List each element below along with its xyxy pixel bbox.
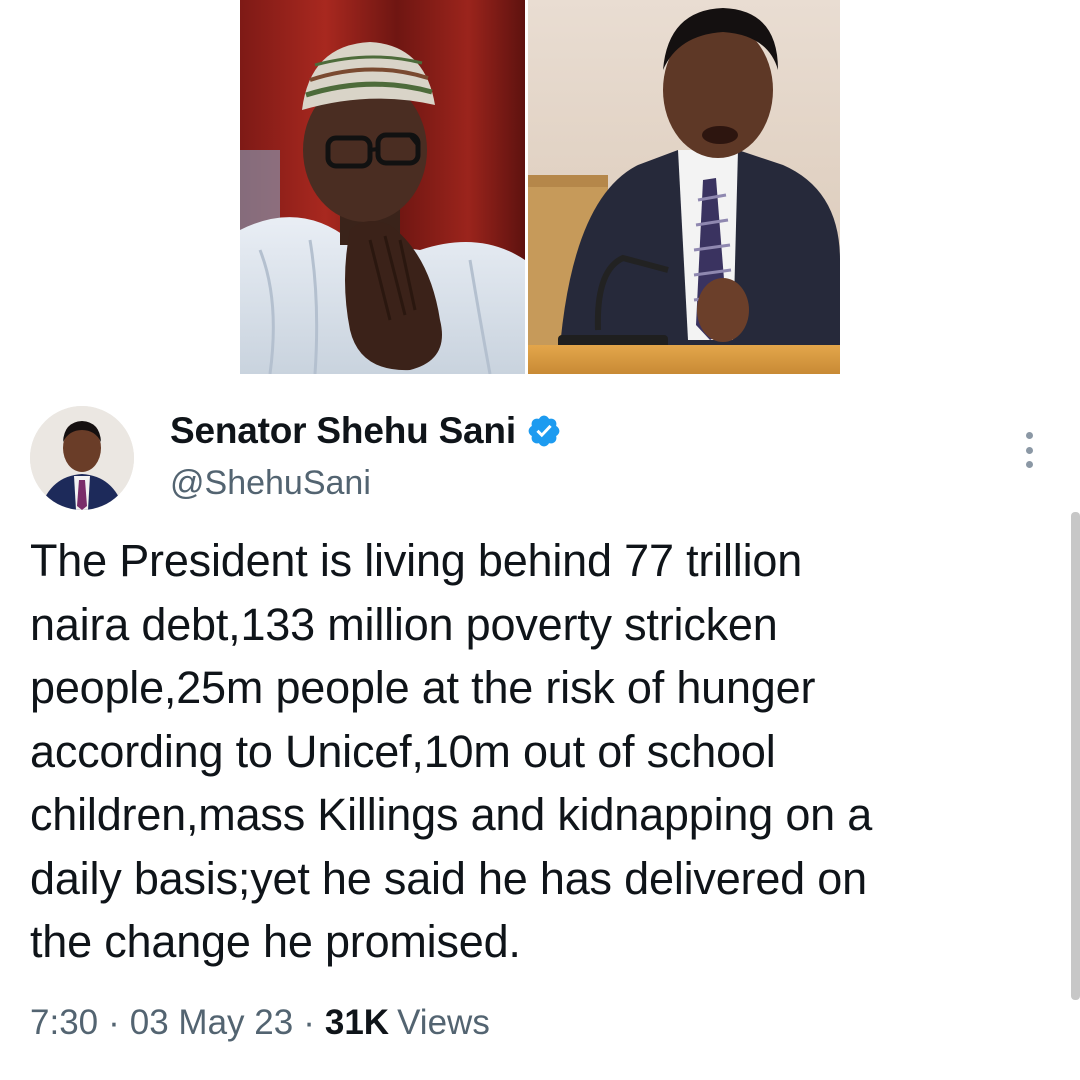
tweet-text-line: the change he promised. [30,916,521,967]
meta-separator: · [303,1003,315,1042]
photo-right[interactable] [528,0,840,374]
tweet-text-line: naira debt,133 million poverty stricken [30,598,778,650]
tweet-text-line: people,25m people at the risk of hunger [30,662,816,713]
author-name-text[interactable]: Senator Shehu Sani [170,410,516,452]
tweet-meta: 7:30 · 03 May 23 · 31K Views [30,1003,490,1043]
avatar-image [30,406,134,510]
tweet-text: The President is living behind 77 trilli… [30,529,1040,974]
scrollbar[interactable] [1071,512,1080,1000]
photo-left[interactable] [240,0,525,374]
tweet-text-line: according to Unicef,10m out of school [30,725,776,777]
photo-left-image [240,0,525,374]
tweet-date[interactable]: 03 May 23 [130,1003,293,1043]
views-count[interactable]: 31K [325,1003,389,1043]
more-dot [1025,461,1033,468]
tweet-text-line: The President is living behind 77 trilli… [30,535,803,586]
verified-badge-icon [528,415,560,447]
tweet-time[interactable]: 7:30 [30,1003,98,1043]
more-dot [1025,432,1033,439]
more-dot [1025,446,1033,454]
meta-separator: · [108,1003,120,1042]
more-options-icon[interactable] [1012,430,1046,470]
author-name[interactable]: Senator Shehu Sani [170,410,562,452]
tweet-text-line: daily basis;yet he said he has delivered… [30,852,867,904]
avatar[interactable] [30,406,134,510]
tweet-text-line: children,mass Killings and kidnapping on… [30,789,873,840]
author-handle[interactable]: @ShehuSani [170,464,371,503]
views-label[interactable]: Views [389,1003,490,1043]
photo-right-image [528,0,840,374]
photo-collage[interactable] [240,0,840,374]
